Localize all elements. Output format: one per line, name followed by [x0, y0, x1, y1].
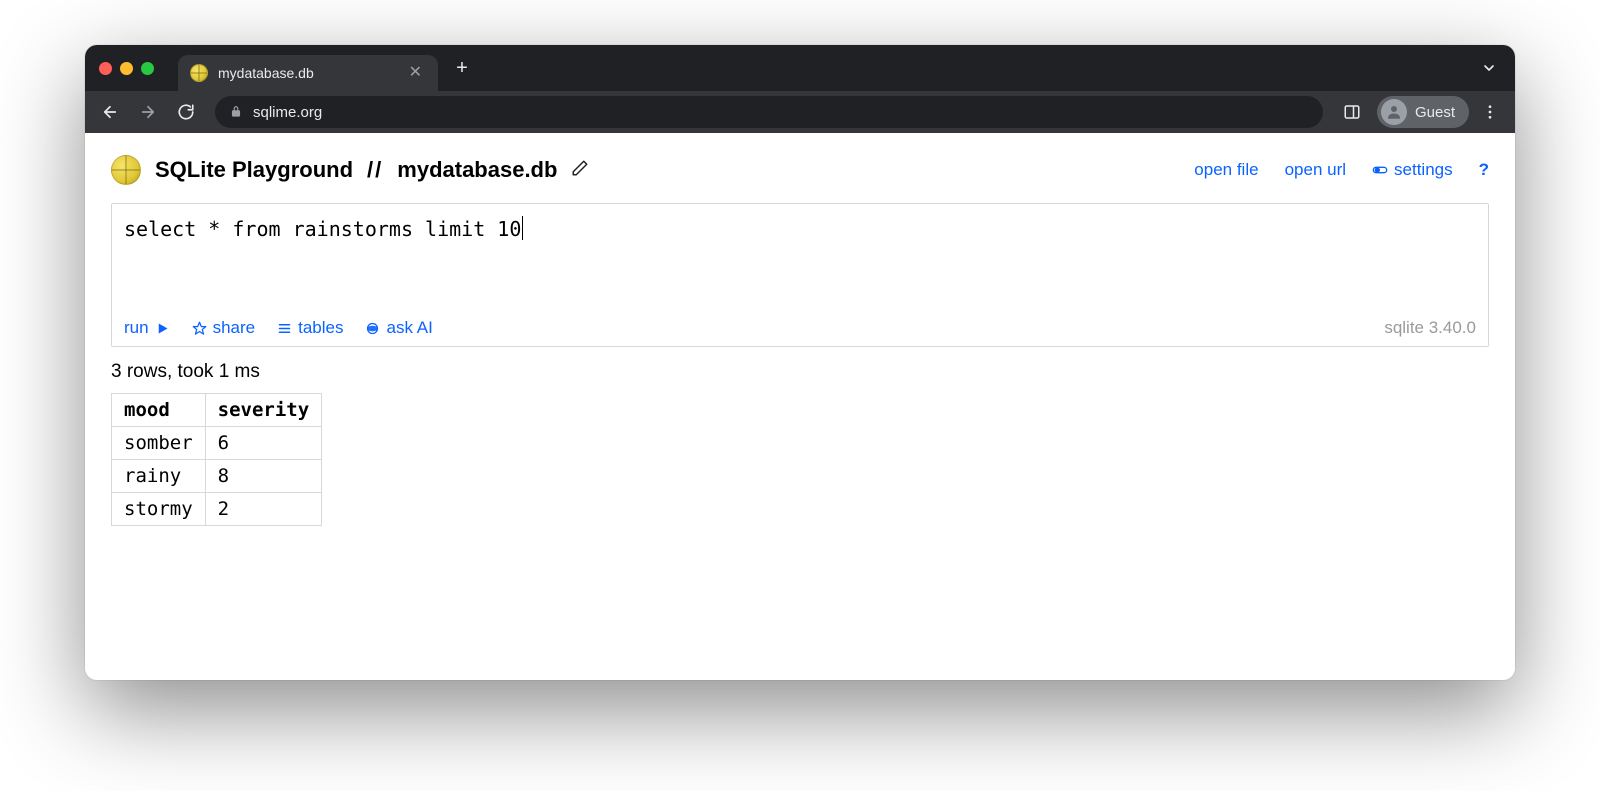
- sqlite-version: sqlite 3.40.0: [1384, 318, 1476, 338]
- table-row: stormy 2: [112, 493, 322, 526]
- cell-mood: somber: [112, 427, 206, 460]
- header-links: open file open url settings ?: [1194, 160, 1489, 180]
- help-link[interactable]: ?: [1479, 160, 1489, 180]
- column-header-severity: severity: [205, 394, 322, 427]
- settings-link[interactable]: settings: [1372, 160, 1453, 180]
- tables-label: tables: [298, 318, 343, 338]
- cell-severity: 2: [205, 493, 322, 526]
- page-content: SQLite Playground // mydatabase.db open …: [85, 133, 1515, 680]
- header-separator: //: [367, 157, 383, 183]
- cell-severity: 8: [205, 460, 322, 493]
- run-button[interactable]: run: [124, 318, 170, 338]
- window-maximize-button[interactable]: [141, 62, 154, 75]
- back-button[interactable]: [93, 95, 127, 129]
- url-text: sqlime.org: [253, 104, 1309, 121]
- profile-label: Guest: [1415, 104, 1455, 121]
- pencil-icon: [571, 159, 589, 177]
- url-bar[interactable]: sqlime.org: [215, 96, 1323, 128]
- settings-label: settings: [1394, 160, 1453, 180]
- tab-strip: mydatabase.db ✕ +: [85, 45, 1515, 91]
- database-name: mydatabase.db: [397, 157, 557, 183]
- reload-icon: [177, 103, 195, 121]
- cell-mood: rainy: [112, 460, 206, 493]
- browser-toolbar: sqlime.org Guest: [85, 91, 1515, 133]
- tab-search-dropdown-button[interactable]: [1475, 56, 1503, 80]
- ask-ai-label: ask AI: [386, 318, 432, 338]
- toggle-icon: [1372, 162, 1388, 178]
- help-label: ?: [1479, 160, 1489, 180]
- table-header-row: mood severity: [112, 394, 322, 427]
- results-table: mood severity somber 6 rainy 8 stormy 2: [111, 393, 322, 526]
- open-url-link[interactable]: open url: [1285, 160, 1346, 180]
- close-tab-button[interactable]: ✕: [405, 63, 426, 83]
- profile-button[interactable]: Guest: [1377, 96, 1469, 128]
- cell-severity: 6: [205, 427, 322, 460]
- window-minimize-button[interactable]: [120, 62, 133, 75]
- star-icon: [192, 321, 207, 336]
- cell-mood: stormy: [112, 493, 206, 526]
- arrow-right-icon: [139, 103, 157, 121]
- reload-button[interactable]: [169, 95, 203, 129]
- open-url-label: open url: [1285, 160, 1346, 180]
- share-label: share: [213, 318, 256, 338]
- app-title: SQLite Playground: [155, 157, 353, 183]
- tab-title: mydatabase.db: [218, 65, 395, 81]
- lock-icon: [229, 105, 243, 119]
- editor-panel: select * from rainstorms limit 10 run sh…: [111, 203, 1489, 347]
- side-panel-icon: [1343, 103, 1361, 121]
- result-status: 3 rows, took 1 ms: [111, 361, 1489, 383]
- browser-tab[interactable]: mydatabase.db ✕: [178, 55, 438, 91]
- sphere-icon: [365, 321, 380, 336]
- forward-button[interactable]: [131, 95, 165, 129]
- open-file-link[interactable]: open file: [1194, 160, 1258, 180]
- window-close-button[interactable]: [99, 62, 112, 75]
- sql-editor-content: select * from rainstorms limit 10: [124, 217, 521, 241]
- list-icon: [277, 321, 292, 336]
- text-caret: [522, 216, 523, 240]
- tab-favicon: [190, 64, 208, 82]
- open-file-label: open file: [1194, 160, 1258, 180]
- table-row: rainy 8: [112, 460, 322, 493]
- editor-toolbar: run share tables ask AI sqlite 3.40.0: [112, 312, 1488, 346]
- ask-ai-button[interactable]: ask AI: [365, 318, 432, 338]
- avatar-icon: [1381, 99, 1407, 125]
- sql-editor[interactable]: select * from rainstorms limit 10: [112, 204, 1488, 312]
- traffic-lights: [99, 62, 154, 75]
- table-row: somber 6: [112, 427, 322, 460]
- kebab-menu-icon: [1481, 103, 1499, 121]
- browser-menu-button[interactable]: [1473, 95, 1507, 129]
- column-header-mood: mood: [112, 394, 206, 427]
- app-logo-icon: [111, 155, 141, 185]
- tables-button[interactable]: tables: [277, 318, 343, 338]
- edit-db-name-button[interactable]: [571, 157, 589, 183]
- new-tab-button[interactable]: +: [448, 54, 476, 82]
- side-panel-button[interactable]: [1335, 95, 1369, 129]
- run-label: run: [124, 318, 149, 338]
- browser-window: mydatabase.db ✕ + sqlime.org: [85, 45, 1515, 680]
- play-icon: [155, 321, 170, 336]
- arrow-left-icon: [101, 103, 119, 121]
- share-button[interactable]: share: [192, 318, 256, 338]
- page-header: SQLite Playground // mydatabase.db open …: [111, 155, 1489, 185]
- chevron-down-icon: [1481, 60, 1497, 76]
